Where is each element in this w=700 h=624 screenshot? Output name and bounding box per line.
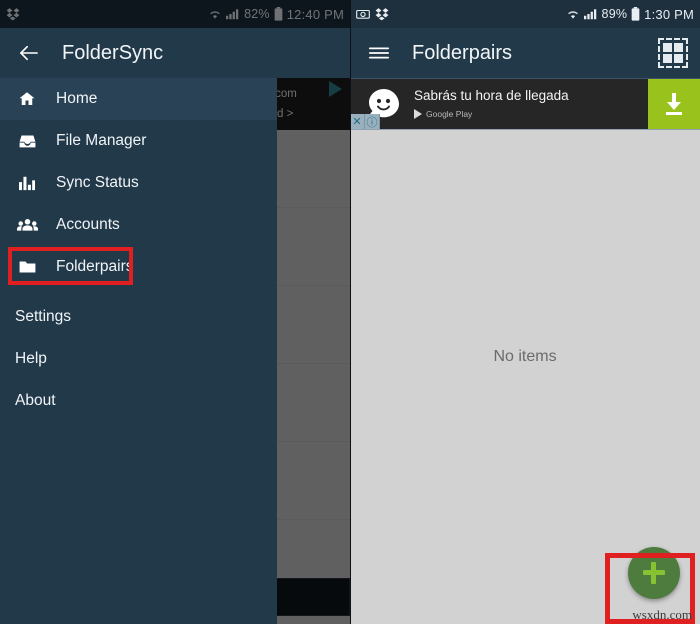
dropbox-icon <box>375 7 389 21</box>
empty-state-label: No items <box>493 348 557 365</box>
battery-percent-label: 89% <box>601 7 628 21</box>
sidebar-item-accounts[interactable]: Accounts <box>0 204 277 246</box>
sidebar-item-file-manager[interactable]: File Manager <box>0 120 277 162</box>
ad-info-icon[interactable]: ⓘ <box>365 114 380 129</box>
home-icon <box>15 87 39 111</box>
add-folderpair-button[interactable] <box>628 547 680 599</box>
plus-icon <box>643 562 665 584</box>
left-phone-panel: 82% 12:40 PM FolderSync <box>0 0 350 624</box>
people-icon <box>15 213 39 237</box>
screenshot-icon <box>356 8 370 20</box>
ad-source-label: Google Play <box>426 108 473 119</box>
status-bar-clock: 1:30 PM <box>644 6 694 22</box>
grid-cell <box>674 43 683 52</box>
sidebar-item-label: Settings <box>15 308 72 325</box>
sidebar-item-sync-status[interactable]: Sync Status <box>0 162 277 204</box>
grid-cell <box>663 43 672 52</box>
folder-icon <box>15 255 39 279</box>
ad-text-block: Sabrás tu hora de llegada Google Play <box>414 88 569 119</box>
sidebar-item-settings[interactable]: Settings <box>0 296 277 338</box>
watermark: wsxdn.com <box>632 607 692 622</box>
right-content-area: Sabrás tu hora de llegada Google Play ✕ … <box>350 78 700 624</box>
grid-view-icon[interactable] <box>658 38 688 68</box>
panel-divider <box>350 0 351 624</box>
wifi-icon <box>566 8 580 20</box>
sidebar-item-help[interactable]: Help <box>0 338 277 380</box>
grid-cell <box>663 54 672 63</box>
status-bar-system-icons: 89% 1:30 PM <box>566 7 694 22</box>
sidebar-item-home[interactable]: Home <box>0 78 277 120</box>
hamburger-menu-icon[interactable] <box>362 36 396 70</box>
sidebar-item-label: Sync Status <box>56 174 139 191</box>
ad-banner[interactable]: Sabrás tu hora de llegada Google Play ✕ … <box>350 78 700 130</box>
right-phone-panel: 89% 1:30 PM Folderpairs Sabrás tu hora d… <box>350 0 700 624</box>
signal-icon <box>583 8 598 20</box>
back-arrow-icon[interactable] <box>12 36 46 70</box>
ad-source: Google Play <box>414 108 569 119</box>
status-bar-notification-icons <box>356 7 389 21</box>
right-status-bar: 89% 1:30 PM <box>350 0 700 28</box>
sidebar-item-about[interactable]: About <box>0 380 277 422</box>
page-title: FolderSync <box>62 41 164 64</box>
ad-badges: ✕ ⓘ <box>350 114 380 129</box>
sidebar-item-label: Accounts <box>56 216 120 233</box>
download-icon <box>666 93 682 115</box>
bar-chart-icon <box>15 171 39 195</box>
screenshot-root: 82% 12:40 PM FolderSync <box>0 0 700 624</box>
right-app-bar: Folderpairs <box>350 28 700 78</box>
page-title: Folderpairs <box>412 41 513 64</box>
ad-close-icon[interactable]: ✕ <box>350 114 365 129</box>
sidebar-item-label: About <box>15 392 56 409</box>
navigation-drawer: Home File Manager Sync Status Accounts F… <box>0 78 277 624</box>
left-app-bar: FolderSync <box>0 28 350 78</box>
sidebar-item-label: Folderpairs <box>56 258 134 275</box>
sidebar-item-label: Home <box>56 90 98 107</box>
ad-download-button[interactable] <box>648 79 700 129</box>
sidebar-item-label: Help <box>15 350 47 367</box>
sidebar-item-label: File Manager <box>56 132 147 149</box>
battery-icon <box>631 7 640 21</box>
drawer-divider <box>0 288 277 296</box>
grid-cell <box>674 54 683 63</box>
inbox-icon <box>15 129 39 153</box>
google-play-icon <box>414 108 422 119</box>
sidebar-item-folderpairs[interactable]: Folderpairs <box>0 246 277 288</box>
ad-title: Sabrás tu hora de llegada <box>414 88 569 104</box>
